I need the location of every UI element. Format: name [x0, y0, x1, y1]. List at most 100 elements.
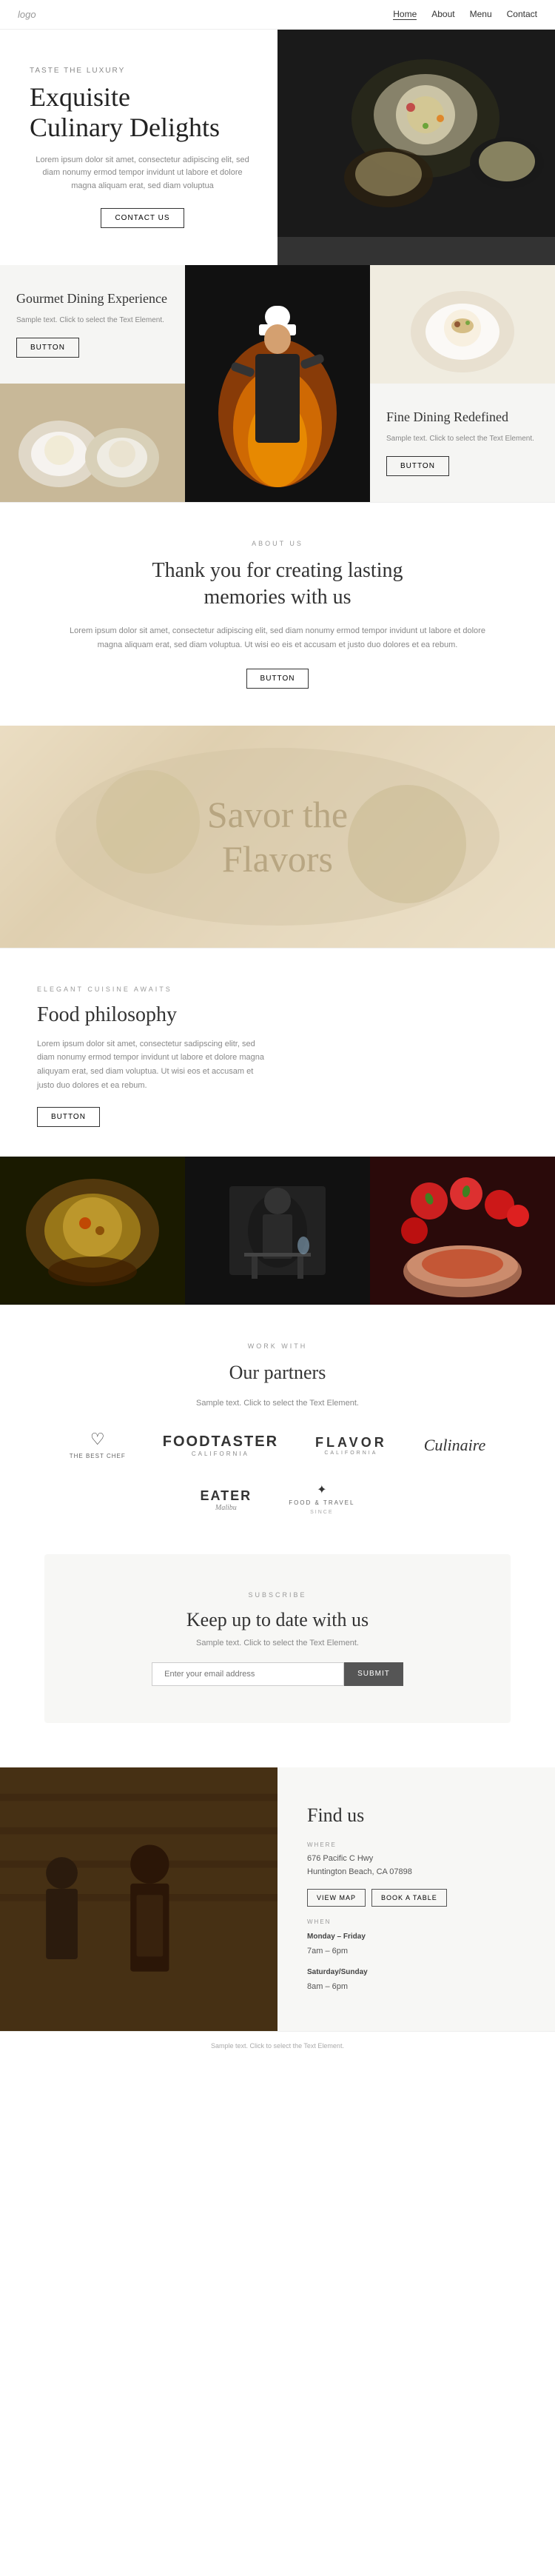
nav-home[interactable]: Home: [393, 9, 417, 20]
footer-hours: Monday – Friday 7am – 6pm Saturday/Sunda…: [307, 1930, 525, 1994]
fine-dining-text-box: Fine Dining Redefined Sample text. Click…: [370, 384, 555, 502]
footer-address-line2: Huntington Beach, CA 07898: [307, 1867, 412, 1876]
partner-foodtaster: FOODTASTER CALIFORNIA: [163, 1433, 278, 1457]
best-chef-icon: ♡: [70, 1430, 126, 1449]
flavor-sub: CALIFORNIA: [315, 1451, 387, 1456]
gallery-image-2: [185, 1157, 370, 1305]
about-section: ABOUT US Thank you for creating lastingm…: [0, 502, 555, 726]
gourmet-description: Sample text. Click to select the Text El…: [16, 315, 169, 326]
footer-weekend-label: Saturday/Sunday: [307, 1968, 368, 1976]
partner-culinaire: Culinaire: [424, 1436, 486, 1455]
overlay-line1: Savor the: [207, 792, 348, 837]
bottom-bar: Sample text. Click to select the Text El…: [0, 2031, 555, 2060]
about-title: Thank you for creating lastingmemories w…: [59, 558, 496, 612]
footer-when-label: WHEN: [307, 1918, 525, 1925]
subscribe-title: Keep up to date with us: [104, 1609, 451, 1631]
hero-title: ExquisiteCulinary Delights: [30, 82, 255, 144]
bottom-bar-text: Sample text. Click to select the Text El…: [211, 2042, 344, 2050]
gallery-cell-2: [185, 1157, 370, 1305]
subscribe-button[interactable]: SUBMIT: [344, 1662, 403, 1686]
partner-best-chef: ♡ THE BEST CHEF: [70, 1430, 126, 1460]
philosophy-label: ELEGANT CUISINE AWAITS: [37, 986, 518, 993]
partner-flavor: FLAVOR CALIFORNIA: [315, 1435, 387, 1456]
subscribe-input[interactable]: [152, 1662, 344, 1686]
footer-image: [0, 1767, 278, 2031]
logo: logo: [18, 9, 36, 20]
gourmet-title: Gourmet Dining Experience: [16, 290, 169, 307]
philosophy-section: ELEGANT CUISINE AWAITS Food philosophy L…: [0, 948, 555, 1135]
footer-weekday-label: Monday – Friday: [307, 1933, 366, 1941]
partners-logos: ♡ THE BEST CHEF FOODTASTER CALIFORNIA FL…: [30, 1430, 525, 1517]
plates-image-cell: [0, 384, 185, 502]
food-travel-icon: ✦: [289, 1482, 354, 1497]
subscribe-form: SUBMIT: [104, 1662, 451, 1686]
subscribe-section: SUBSCRIBE Keep up to date with us Sample…: [44, 1554, 511, 1723]
eater-sub: Malibu: [201, 1504, 252, 1512]
gallery-cell-3: [370, 1157, 555, 1305]
chef-image-cell: [185, 265, 370, 502]
philosophy-empty: [289, 1003, 518, 1128]
footer-section: Find us WHERE 676 Pacific C Hwy Huntingt…: [0, 1767, 555, 2031]
hero-section: TASTE THE LUXURY ExquisiteCulinary Delig…: [0, 30, 555, 265]
hero-image: [278, 30, 555, 265]
partner-food-travel: ✦ FOOD & TRAVELSINCE: [289, 1482, 354, 1517]
flavor-label: FLAVOR: [315, 1435, 387, 1451]
eater-label: EATER: [201, 1488, 252, 1504]
footer-address-line1: 676 Pacific C Hwy: [307, 1854, 373, 1863]
philosophy-text: Food philosophy Lorem ipsum dolor sit am…: [37, 1003, 266, 1128]
overlay-section: Savor the Flavors: [0, 726, 555, 948]
subscribe-description: Sample text. Click to select the Text El…: [104, 1639, 451, 1647]
footer-title: Find us: [307, 1804, 525, 1827]
footer-hours-weekend: Saturday/Sunday 8am – 6pm: [307, 1965, 525, 1995]
partners-description: Sample text. Click to select the Text El…: [30, 1399, 525, 1408]
fine-dining-title: Fine Dining Redefined: [386, 409, 539, 426]
culinaire-label: Culinaire: [424, 1436, 486, 1454]
fine-dining-button[interactable]: BUTTON: [386, 456, 449, 476]
gourmet-button[interactable]: BUTTON: [16, 338, 79, 358]
best-chef-label: THE BEST CHEF: [70, 1452, 126, 1460]
partners-label: WORK WITH: [30, 1342, 525, 1350]
nav-menu[interactable]: Menu: [470, 9, 492, 20]
footer-where-label: WHERE: [307, 1841, 525, 1848]
food-travel-label: FOOD & TRAVELSINCE: [289, 1499, 354, 1517]
footer-info: Find us WHERE 676 Pacific C Hwy Huntingt…: [278, 1767, 555, 2031]
philosophy-button[interactable]: BUTTON: [37, 1107, 100, 1127]
chef-image: [185, 265, 370, 502]
footer-hours-weekday: Monday – Friday 7am – 6pm: [307, 1930, 525, 1959]
subscribe-label: SUBSCRIBE: [104, 1591, 451, 1599]
view-map-button[interactable]: VIEW MAP: [307, 1889, 366, 1907]
fine-dining-description: Sample text. Click to select the Text El…: [386, 433, 539, 444]
nav-about[interactable]: About: [431, 9, 454, 20]
subscribe-wrapper: SUBSCRIBE Keep up to date with us Sample…: [0, 1554, 555, 1745]
about-label: ABOUT US: [59, 540, 496, 547]
footer-buttons: VIEW MAP BOOK A TABLE: [307, 1889, 525, 1907]
nav-links: Home About Menu Contact: [393, 9, 537, 20]
gourmet-text-box: Gourmet Dining Experience Sample text. C…: [0, 265, 185, 384]
partners-title: Our partners: [30, 1360, 525, 1385]
about-description: Lorem ipsum dolor sit amet, consectetur …: [59, 624, 496, 652]
navbar: logo Home About Menu Contact: [0, 0, 555, 30]
grid-section: Gourmet Dining Experience Sample text. C…: [0, 265, 555, 502]
book-table-button[interactable]: BOOK A TABLE: [371, 1889, 447, 1907]
overlay-line2: Flavors: [207, 837, 348, 881]
gallery-row: [0, 1157, 555, 1305]
hero-food-image: [278, 30, 555, 237]
overlay-text: Savor the Flavors: [207, 792, 348, 881]
footer-weekend-time: 8am – 6pm: [307, 1982, 348, 1991]
gallery-image-1: [0, 1157, 185, 1305]
plate-image: [370, 265, 555, 384]
gourmet-image-cell: [370, 265, 555, 384]
about-button[interactable]: BUTTON: [246, 669, 309, 689]
hero-description: Lorem ipsum dolor sit amet, consectetur …: [30, 154, 255, 193]
hero-subtitle: TASTE THE LUXURY: [30, 67, 255, 75]
footer-weekday-time: 7am – 6pm: [307, 1947, 348, 1956]
partners-section: WORK WITH Our partners Sample text. Clic…: [0, 1305, 555, 1553]
philosophy-title: Food philosophy: [37, 1003, 266, 1027]
partner-eater: EATER Malibu: [201, 1488, 252, 1512]
footer-address: 676 Pacific C Hwy Huntington Beach, CA 0…: [307, 1853, 525, 1879]
gallery-cell-1: [0, 1157, 185, 1305]
philosophy-description: Lorem ipsum dolor sit amet, consectetur …: [37, 1037, 266, 1093]
nav-contact[interactable]: Contact: [507, 9, 537, 20]
foodtaster-sub: CALIFORNIA: [163, 1451, 278, 1457]
hero-cta-button[interactable]: CONTACT US: [101, 208, 184, 228]
